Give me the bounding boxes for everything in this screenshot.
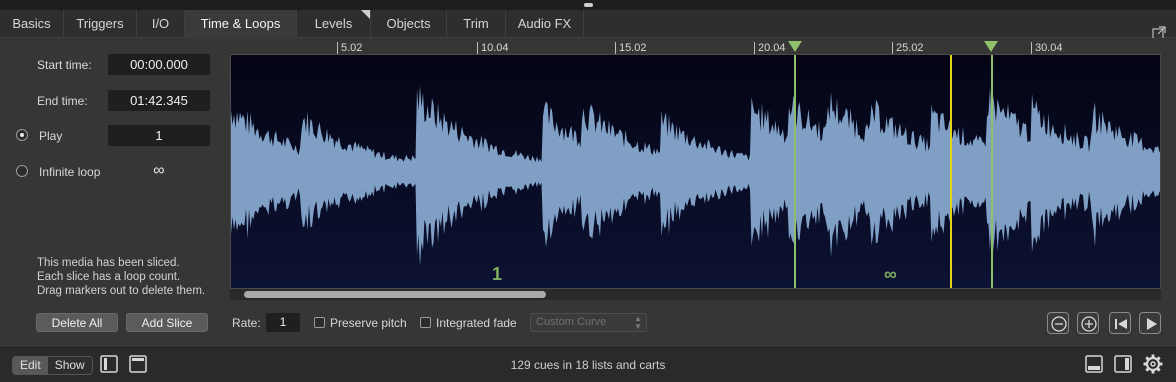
waveform-view[interactable]: 1 ∞ <box>230 54 1161 289</box>
toggle-inspector-icon[interactable] <box>1084 354 1104 374</box>
slice-info-line: Drag markers out to delete them. <box>37 285 206 297</box>
tab-trim[interactable]: Trim <box>447 10 506 38</box>
scrollbar-thumb[interactable] <box>244 291 546 298</box>
window-top-bar <box>0 0 1176 10</box>
waveform-scrollbar[interactable] <box>230 289 1161 300</box>
ruler-tick-label: 15.02 <box>619 42 647 54</box>
zoom-in-icon <box>1081 316 1097 332</box>
tab-triggers[interactable]: Triggers <box>64 10 137 38</box>
status-text: 129 cues in 18 lists and carts <box>510 358 666 372</box>
integrated-fade-label: Integrated fade <box>436 316 517 330</box>
waveform-shape <box>231 85 1160 267</box>
skip-back-icon <box>1115 319 1127 329</box>
fade-curve-value: Custom Curve <box>536 316 607 328</box>
slice-marker-handle[interactable] <box>984 41 998 52</box>
end-time-field[interactable]: 01:42.345 <box>108 90 210 111</box>
tab-audio-fx[interactable]: Audio FX <box>506 10 584 38</box>
zoom-out-button[interactable] <box>1047 312 1069 334</box>
tab-basics[interactable]: Basics <box>0 10 64 38</box>
ruler-tick-label: 10.04 <box>481 42 509 54</box>
infinite-loop-radio[interactable] <box>16 165 28 177</box>
slice-info-line: Each slice has a loop count. <box>37 271 181 283</box>
zoom-out-icon <box>1051 316 1067 332</box>
end-time-label: End time: <box>37 94 88 108</box>
start-time-label: Start time: <box>37 58 92 72</box>
time-ruler: 5.02 10.04 15.02 20.04 25.02 30.04 <box>230 39 1160 55</box>
fade-curve-select[interactable]: Custom Curve ▲ ▼ <box>530 313 647 332</box>
updown-chevron-icon: ▲ ▼ <box>634 314 642 331</box>
rate-field[interactable]: 1 <box>266 313 300 332</box>
start-time-field[interactable]: 00:00.000 <box>108 54 210 75</box>
infinite-loop-label: Infinite loop <box>39 165 101 179</box>
toggle-right-panel-icon[interactable] <box>1113 354 1133 374</box>
ruler-tick-label: 5.02 <box>341 42 363 54</box>
ruler-tick-label: 25.02 <box>896 42 924 54</box>
tab-io[interactable]: I/O <box>137 10 185 38</box>
integrated-fade-checkbox[interactable] <box>420 317 431 328</box>
delete-all-button[interactable]: Delete All <box>36 313 118 332</box>
slice-marker-handle[interactable] <box>788 41 802 52</box>
tab-objects[interactable]: Objects <box>371 10 447 38</box>
play-icon <box>1147 318 1157 330</box>
play-label: Play <box>39 129 63 143</box>
slice-loop-count: ∞ <box>884 264 897 284</box>
waveform-graphic <box>231 55 1160 288</box>
rate-label: Rate: <box>232 316 261 330</box>
play-radio[interactable] <box>16 129 28 141</box>
tab-time-and-loops[interactable]: Time & Loops <box>185 10 297 38</box>
inspector-tabs: Basics Triggers I/O Time & Loops Levels … <box>0 10 1176 40</box>
time-and-loops-panel: Start time: 00:00.000 End time: 01:42.34… <box>0 38 1176 347</box>
zoom-in-button[interactable] <box>1077 312 1099 334</box>
ruler-tick-label: 30.04 <box>1035 42 1063 54</box>
tab-levels[interactable]: Levels <box>297 10 371 38</box>
preserve-pitch-label: Preserve pitch <box>330 316 407 330</box>
infinite-symbol: ∞ <box>153 162 165 179</box>
add-slice-button[interactable]: Add Slice <box>126 313 208 332</box>
play-preview-button[interactable] <box>1139 312 1161 334</box>
tab-corner-indicator <box>361 10 370 19</box>
bottom-toolbar: Edit Show 129 cues in 18 lists and carts <box>0 347 1176 382</box>
slice-info-text: This media has been sliced. Each slice h… <box>37 256 205 298</box>
skip-to-start-button[interactable] <box>1109 312 1131 334</box>
drag-grip[interactable] <box>584 3 593 7</box>
preserve-pitch-checkbox[interactable] <box>314 317 325 328</box>
play-count-field[interactable]: 1 <box>108 125 210 146</box>
slice-loop-count: 1 <box>492 264 503 284</box>
gear-icon[interactable] <box>1143 354 1163 374</box>
tab-levels-label: Levels <box>314 16 353 31</box>
slice-info-line: This media has been sliced. <box>37 257 180 269</box>
ruler-tick-label: 20.04 <box>758 42 786 54</box>
